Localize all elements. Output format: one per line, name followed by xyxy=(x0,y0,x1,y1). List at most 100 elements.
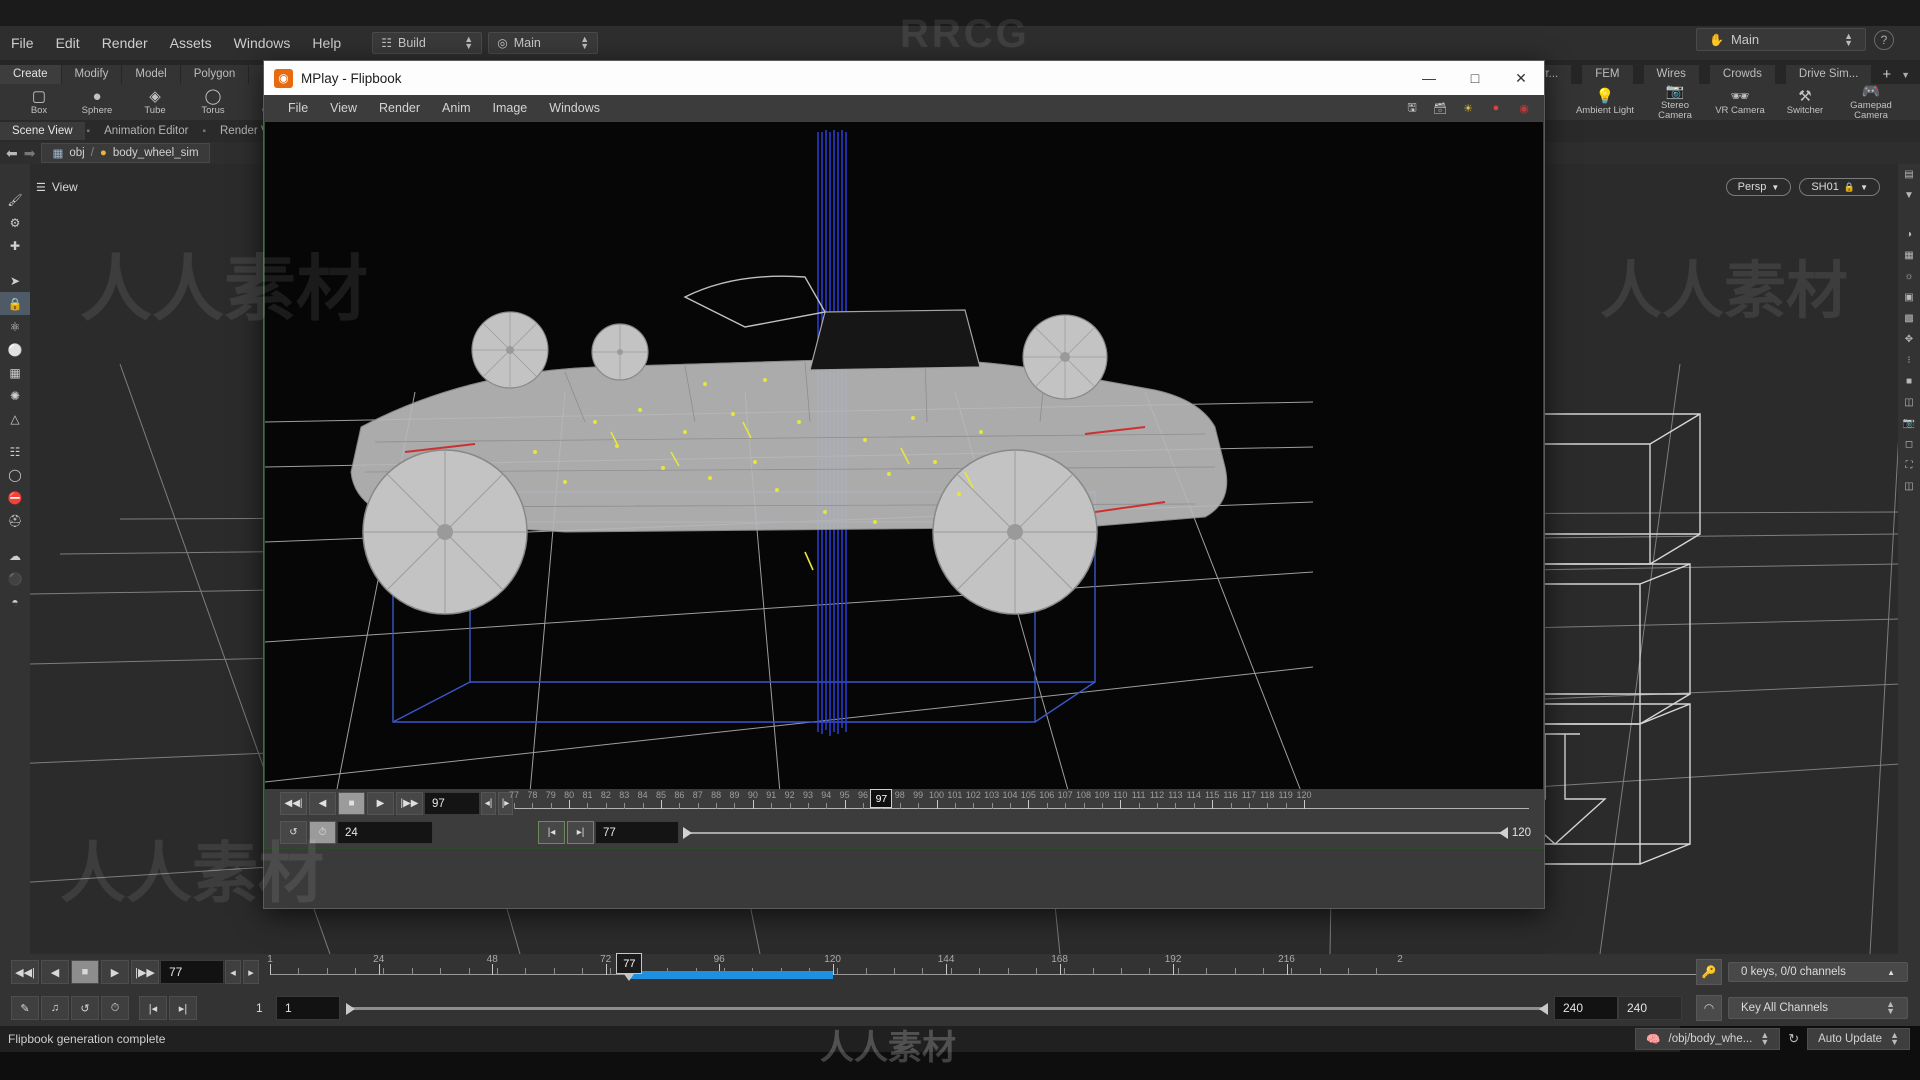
shelf-tab-modify[interactable]: Modify xyxy=(62,65,123,84)
jump-to-start-button[interactable]: ◀◀| xyxy=(11,960,39,984)
mplay-stop-button[interactable]: ■ xyxy=(338,792,365,815)
camera-selector-chip[interactable]: Persp ▼ xyxy=(1726,178,1792,196)
shelf-tab-model[interactable]: Model xyxy=(122,65,180,84)
channel-icon[interactable]: ◠ xyxy=(1696,995,1722,1021)
snapshot-icon[interactable]: ◻ xyxy=(1898,434,1920,455)
shelf-tab-wires[interactable]: Wires xyxy=(1644,65,1700,84)
chevron-down-icon[interactable]: ▼ xyxy=(1901,70,1910,80)
primitive-snap-icon[interactable]: △ xyxy=(0,407,30,430)
mplay-menu-anim[interactable]: Anim xyxy=(432,98,480,118)
main-selector[interactable]: ◎ Main ▲▼ xyxy=(488,32,598,54)
mplay-range-end-button[interactable]: ▸| xyxy=(567,821,594,844)
save-frame-icon[interactable]: 🖫 xyxy=(1402,99,1422,117)
playback-range-bar[interactable] xyxy=(629,971,832,979)
mplay-step-back-button[interactable]: ◀ xyxy=(309,792,336,815)
magnet-large-icon[interactable]: ⛑ xyxy=(0,509,30,532)
frame-decrement-button[interactable]: ◂ xyxy=(225,960,241,984)
mplay-jump-to-start-button[interactable]: ◀◀| xyxy=(280,792,307,815)
shelf-tab-crowds[interactable]: Crowds xyxy=(1710,65,1776,84)
shelf-tab-polygon[interactable]: Polygon xyxy=(181,65,250,84)
shelf-tab-create[interactable]: Create xyxy=(0,65,62,84)
set-key-button[interactable]: ✎ xyxy=(11,996,39,1020)
mplay-menu-image[interactable]: Image xyxy=(483,98,538,118)
background-icon[interactable]: ■ xyxy=(1898,371,1920,392)
mplay-titlebar[interactable]: ◉ MPlay - Flipbook — □ ✕ xyxy=(264,61,1544,95)
global-end-field[interactable]: 240 xyxy=(1618,996,1682,1020)
uv-icon[interactable]: ▩ xyxy=(1898,308,1920,329)
keys-status-dropdown[interactable]: 0 keys, 0/0 channels ▲ xyxy=(1728,962,1908,982)
pointer-icon[interactable]: ➤ xyxy=(0,269,30,292)
tool-switcher[interactable]: ⚒ Switcher xyxy=(1774,89,1836,116)
mplay-frame-decrement-button[interactable]: ◂| xyxy=(481,792,496,815)
select-tool-icon[interactable]: 🖌 xyxy=(0,188,30,211)
key-mode-dropdown[interactable]: Key All Channels ▲▼ xyxy=(1728,997,1908,1019)
mplay-range-start-button[interactable]: |◂ xyxy=(538,821,565,844)
mplay-range-left-handle[interactable] xyxy=(683,827,692,839)
menu-render[interactable]: Render xyxy=(91,31,159,55)
range-slider[interactable] xyxy=(346,1003,1548,1013)
range-start-field[interactable]: 1 xyxy=(276,996,340,1020)
range-slider-left-handle[interactable] xyxy=(346,1003,355,1015)
breadcrumb[interactable]: ▦ obj / ● body_wheel_sim xyxy=(41,143,209,163)
save-sequence-icon[interactable]: 🗃 xyxy=(1430,99,1450,117)
normals-icon[interactable]: ✥ xyxy=(1898,329,1920,350)
grid-snap-icon[interactable]: ▦ xyxy=(0,361,30,384)
jump-to-end-button[interactable]: |▶▶ xyxy=(131,960,159,984)
desktop-selector[interactable]: ☷ Build ▲▼ xyxy=(372,32,482,54)
tool-stereo-camera[interactable]: 📷 Stereo Camera xyxy=(1644,84,1706,121)
arrow-right-icon[interactable]: ➡ xyxy=(24,145,36,162)
timeline-ruler[interactable]: 124487296120144168192216277 xyxy=(270,954,1696,990)
mplay-range-right-handle[interactable] xyxy=(1499,827,1508,839)
mplay-menu-windows[interactable]: Windows xyxy=(539,98,610,118)
realtime-button[interactable]: ⏱ xyxy=(101,996,129,1020)
measure-icon[interactable]: ◯ xyxy=(0,463,30,486)
magnet-tool-icon[interactable]: ⛔ xyxy=(0,486,30,509)
tool-torus[interactable]: ◯ Torus xyxy=(184,89,242,116)
menu-help[interactable]: Help xyxy=(301,31,352,55)
current-frame-field[interactable]: 77 xyxy=(160,960,224,984)
smoke-icon[interactable]: ☁ xyxy=(0,544,30,567)
mplay-frame-ruler[interactable]: 7778798081828384858687888990919293949596… xyxy=(514,789,1529,818)
timeline-playhead[interactable]: 77 xyxy=(616,953,642,974)
ghost-icon[interactable]: ▣ xyxy=(1898,287,1920,308)
guides-icon[interactable]: ◫ xyxy=(1898,392,1920,413)
tool-vr-camera[interactable]: 🕶 VR Camera xyxy=(1706,89,1774,116)
tool-gamepad-camera[interactable]: 🎮 Gamepad Camera xyxy=(1836,84,1906,121)
magnet-snap-icon[interactable]: ⚛ xyxy=(0,315,30,338)
mplay-canvas[interactable]: ip-09:25:12 1280x720 fr 97 C xyxy=(264,121,1544,849)
update-mode-chip[interactable]: Auto Update ▲▼ xyxy=(1807,1028,1910,1050)
step-back-button[interactable]: ◀ xyxy=(41,960,69,984)
mplay-fps-field[interactable]: 24 xyxy=(337,821,433,844)
mplay-loop-mode-button[interactable]: ↺ xyxy=(280,821,307,844)
prev-key-button[interactable]: |◂ xyxy=(139,996,167,1020)
breadcrumb-segment-node[interactable]: body_wheel_sim xyxy=(113,147,199,159)
tab-scene-view[interactable]: Scene View xyxy=(0,122,85,140)
help-icon[interactable]: ? xyxy=(1874,30,1894,50)
camera-view-icon[interactable]: 📷 xyxy=(1898,413,1920,434)
chevron-down-icon[interactable]: ▼ xyxy=(1898,185,1920,206)
playback-mode-button[interactable]: ↺ xyxy=(71,996,99,1020)
menu-windows[interactable]: Windows xyxy=(223,31,302,55)
wireframe-icon[interactable]: ▦ xyxy=(1898,245,1920,266)
frame-increment-button[interactable]: ▸ xyxy=(243,960,259,984)
next-key-button[interactable]: ▸| xyxy=(169,996,197,1020)
particle-snap-icon[interactable]: ✺ xyxy=(0,384,30,407)
shelf-tab-drivesim[interactable]: Drive Sim... xyxy=(1786,65,1872,84)
mplay-current-frame-field[interactable]: 97 xyxy=(424,792,480,815)
range-slider-right-handle[interactable] xyxy=(1539,1003,1548,1015)
mplay-play-button[interactable]: ▶ xyxy=(367,792,394,815)
play-button[interactable]: ▶ xyxy=(101,960,129,984)
mplay-menu-view[interactable]: View xyxy=(320,98,367,118)
refresh-icon[interactable]: ↻ xyxy=(1788,1031,1799,1047)
mplay-menu-render[interactable]: Render xyxy=(369,98,430,118)
color-correct-icon[interactable]: ☀ xyxy=(1458,99,1478,117)
mplay-menu-file[interactable]: File xyxy=(278,98,318,118)
stop-button[interactable]: ■ xyxy=(71,960,99,984)
mplay-realtime-button[interactable]: ⏱ xyxy=(309,821,336,844)
record-icon[interactable]: ● xyxy=(1486,99,1506,117)
tool-ambient-light[interactable]: 💡 Ambient Light xyxy=(1566,89,1644,116)
stop-record-icon[interactable]: ◉ xyxy=(1514,99,1534,117)
tool-box[interactable]: ▢ Box xyxy=(10,89,68,116)
close-button[interactable]: ✕ xyxy=(1498,61,1544,95)
node-path-chip[interactable]: 🧠 /obj/body_whe... ▲▼ xyxy=(1635,1028,1780,1050)
